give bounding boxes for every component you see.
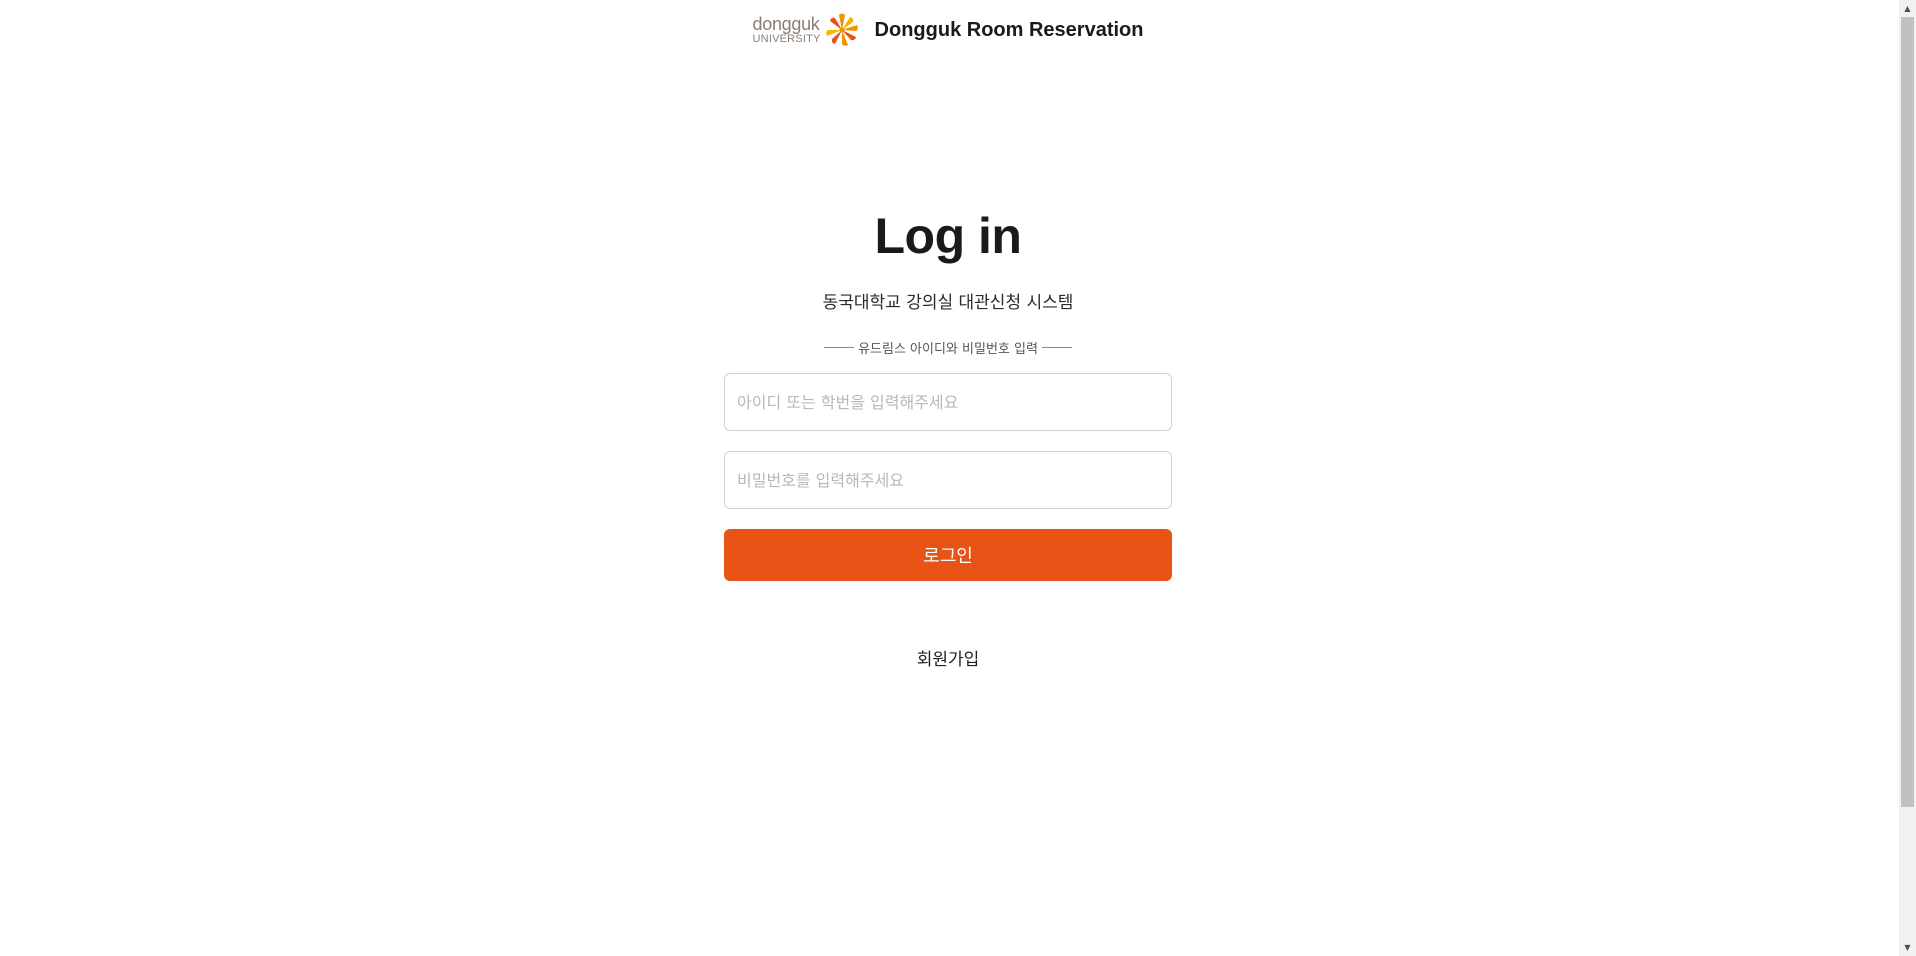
login-subtitle: 동국대학교 강의실 대관신청 시스템 [822, 293, 1074, 313]
divider-line-right [1041, 346, 1072, 348]
logo-word: dongguk [752, 14, 820, 34]
university-logo: dongguk UNIVERSITY [753, 12, 861, 48]
signup-link[interactable]: 회원가입 [917, 645, 980, 670]
page: dongguk UNIVERSITY Dongguk Room Reservat… [0, 0, 1916, 956]
triangle-up-icon[interactable]: ▲ [1899, 0, 1916, 17]
password-input[interactable] [724, 451, 1172, 509]
login-title: Log in [874, 208, 1022, 264]
dongguk-flower-logo-icon [825, 13, 858, 46]
divider-line-left [824, 346, 855, 348]
logo-text: dongguk UNIVERSITY [753, 15, 821, 45]
divider-text: 유드림스 아이디와 비밀번호 입력 [858, 341, 1038, 357]
app-title: Dongguk Room Reservation [874, 18, 1144, 41]
login-button[interactable]: 로그인 [724, 529, 1172, 581]
top-header: dongguk UNIVERSITY Dongguk Room Reservat… [0, 10, 1896, 50]
logo-sub: UNIVERSITY [752, 33, 821, 45]
brand[interactable]: dongguk UNIVERSITY Dongguk Room Reservat… [753, 12, 1144, 48]
id-input[interactable] [724, 373, 1172, 431]
vertical-scrollbar[interactable]: ▲ ▼ [1899, 0, 1916, 956]
login-panel: Log in 동국대학교 강의실 대관신청 시스템 유드림스 아이디와 비밀번호… [724, 205, 1172, 670]
triangle-down-icon[interactable]: ▼ [1899, 939, 1916, 956]
scrollbar-thumb[interactable] [1901, 17, 1914, 807]
credentials-divider: 유드림스 아이디와 비밀번호 입력 [824, 337, 1072, 357]
